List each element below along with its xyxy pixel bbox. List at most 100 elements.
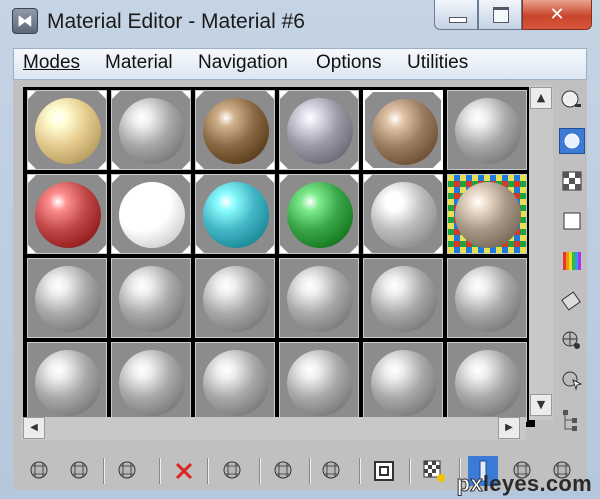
menu-modes[interactable]: Modes	[23, 52, 80, 74]
material-slot[interactable]	[111, 90, 191, 170]
material-preview-sphere	[119, 350, 185, 416]
scene-material-corner-icon	[182, 161, 190, 169]
material-id-channel-icon[interactable]	[369, 456, 399, 486]
scene-material-corner-icon	[434, 245, 442, 253]
sample-slot-grid	[23, 87, 535, 427]
material-preview-sphere	[119, 266, 185, 332]
backlight-icon[interactable]	[559, 128, 585, 154]
scene-material-corner-icon	[196, 245, 204, 253]
material-preview-sphere	[455, 350, 521, 416]
material-preview-sphere	[455, 98, 521, 164]
show-map-in-viewport-icon[interactable]	[419, 456, 449, 486]
maximize-icon	[493, 7, 509, 23]
material-preview-sphere	[455, 182, 521, 248]
toolbar-separator	[207, 458, 209, 484]
scene-material-corner-icon	[112, 245, 120, 253]
put-material-to-scene-icon[interactable]	[65, 456, 95, 486]
toolbar-separator	[159, 458, 161, 484]
window-title: Material Editor - Material #6	[47, 10, 305, 33]
material-preview-sphere	[119, 182, 185, 248]
material-preview-sphere	[35, 98, 101, 164]
scene-material-corner-icon	[433, 92, 441, 100]
scene-material-corner-icon	[280, 91, 288, 99]
background-checker-icon[interactable]	[559, 168, 585, 194]
close-button[interactable]: ✕	[522, 0, 592, 30]
material-slot[interactable]	[279, 258, 359, 338]
arrow-up-icon: ▲	[536, 91, 546, 104]
reset-map-icon[interactable]	[169, 456, 199, 486]
toolbar-separator	[409, 458, 411, 484]
material-preview-sphere	[287, 266, 353, 332]
material-slot[interactable]	[447, 258, 527, 338]
material-slot[interactable]	[27, 174, 107, 254]
material-slot[interactable]	[279, 342, 359, 422]
material-slot[interactable]	[27, 90, 107, 170]
material-slot[interactable]	[447, 174, 527, 254]
material-slot[interactable]	[111, 174, 191, 254]
scroll-left-button[interactable]: ◀	[23, 417, 45, 439]
scene-material-corner-icon	[364, 175, 372, 183]
make-preview-icon[interactable]	[559, 288, 585, 314]
scroll-up-button[interactable]: ▲	[530, 87, 552, 109]
scene-material-corner-icon	[266, 91, 274, 99]
get-material-icon[interactable]	[25, 456, 55, 486]
horizontal-scrollbar[interactable]: ◀ ▶	[21, 417, 526, 440]
options-icon[interactable]	[559, 328, 585, 354]
material-slot[interactable]	[111, 258, 191, 338]
scene-material-corner-icon	[28, 161, 36, 169]
material-map-navigator-icon[interactable]	[559, 406, 585, 432]
material-slot[interactable]	[363, 342, 443, 422]
scene-material-corner-icon	[182, 91, 190, 99]
scene-material-corner-icon	[196, 175, 204, 183]
material-slot[interactable]	[447, 342, 527, 422]
select-by-material-icon[interactable]	[559, 368, 585, 394]
material-slot[interactable]	[195, 342, 275, 422]
scroll-down-button[interactable]: ▼	[530, 394, 552, 416]
sample-type-sphere-icon[interactable]	[559, 88, 585, 114]
menu-utilities[interactable]: Utilities	[407, 52, 468, 74]
scene-material-corner-icon	[196, 161, 204, 169]
scroll-right-button[interactable]: ▶	[498, 417, 520, 439]
material-preview-sphere	[455, 266, 521, 332]
material-slot[interactable]	[363, 258, 443, 338]
menu-options[interactable]: Options	[316, 52, 381, 74]
menu-navigation[interactable]: Navigation	[198, 52, 288, 74]
material-slot[interactable]	[279, 174, 359, 254]
material-slot[interactable]	[195, 90, 275, 170]
video-color-check-icon[interactable]	[559, 248, 585, 274]
copy-material-icon[interactable]	[218, 456, 248, 486]
watermark: pxleyes.com	[456, 471, 592, 497]
material-slot[interactable]	[195, 258, 275, 338]
material-preview-sphere	[203, 350, 269, 416]
material-preview-sphere	[203, 266, 269, 332]
material-slot[interactable]	[111, 342, 191, 422]
scene-material-corner-icon	[365, 92, 373, 100]
toolbar-separator	[309, 458, 311, 484]
toolbar-separator	[359, 458, 361, 484]
material-preview-sphere	[371, 182, 437, 248]
app-logo-icon[interactable]: ⧓	[12, 8, 38, 34]
minimize-button[interactable]	[434, 0, 478, 30]
scene-material-corner-icon	[350, 175, 358, 183]
title-bar[interactable]: ⧓ Material Editor - Material #6 ✕	[0, 0, 600, 44]
material-slot[interactable]	[363, 90, 443, 170]
material-slot[interactable]	[279, 90, 359, 170]
material-preview-sphere	[35, 266, 101, 332]
material-slot[interactable]	[447, 90, 527, 170]
material-slot[interactable]	[363, 174, 443, 254]
arrow-right-icon: ▶	[505, 422, 513, 433]
scene-material-corner-icon	[364, 245, 372, 253]
vertical-scrollbar[interactable]: ▲ ▼	[529, 85, 553, 420]
assign-material-to-selection-icon[interactable]	[113, 456, 143, 486]
material-slot[interactable]	[195, 174, 275, 254]
maximize-button[interactable]	[478, 0, 522, 30]
sample-uv-tiling-icon[interactable]	[559, 208, 585, 234]
scene-material-corner-icon	[434, 175, 442, 183]
scene-material-corner-icon	[350, 245, 358, 253]
make-unique-icon[interactable]	[269, 456, 299, 486]
material-slot[interactable]	[27, 342, 107, 422]
material-slot[interactable]	[27, 258, 107, 338]
put-to-library-icon[interactable]	[317, 456, 347, 486]
arrow-left-icon: ◀	[30, 422, 38, 433]
menu-material[interactable]: Material	[105, 52, 173, 74]
